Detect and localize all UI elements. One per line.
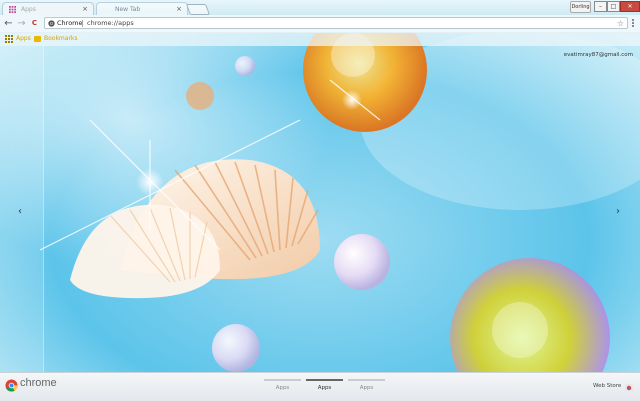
forward-button[interactable]: → (16, 18, 27, 29)
back-button[interactable]: ← (3, 18, 14, 29)
page-tab-label: Apps (317, 385, 332, 391)
page-tab[interactable]: Apps (264, 379, 301, 391)
close-window-button[interactable]: ✕ (620, 1, 640, 12)
chrome-icon (48, 20, 55, 27)
tab-apps[interactable]: Apps × (2, 2, 94, 15)
page-tab-label: Apps (359, 385, 374, 391)
omnibox-chip-label: Chrome (57, 19, 83, 27)
chrome-logo-icon (5, 379, 18, 392)
page-tab-bar (306, 379, 343, 381)
menu-icon[interactable] (630, 18, 636, 29)
bookmarks-bar: Apps Bookmarks (0, 32, 640, 46)
star-icon[interactable]: ☆ (617, 18, 624, 29)
url-text[interactable]: chrome://apps (87, 18, 134, 29)
ntp-footer: chrome Apps Apps Apps Web Store (0, 372, 640, 401)
previous-page-arrow[interactable]: ‹ (18, 206, 22, 218)
minimize-button[interactable]: – (594, 1, 607, 12)
seashell-wallpaper (0, 0, 640, 400)
tab-label: Apps (21, 6, 36, 13)
user-email[interactable]: evatimray87@gmail.com (564, 52, 633, 58)
page-tab-active[interactable]: Apps (306, 379, 343, 391)
tab-strip: Apps × New Tab × Dorling – □ ✕ (0, 0, 640, 15)
omnibox[interactable]: Chrome chrome://apps ☆ (44, 17, 628, 29)
reload-button[interactable]: C (29, 18, 40, 29)
profile-button[interactable]: Dorling (570, 1, 591, 13)
bookmark-folder[interactable]: Bookmarks (44, 32, 78, 46)
left-panel (0, 46, 44, 373)
tab-new-tab[interactable]: New Tab × (96, 2, 188, 15)
apps-favicon-icon (9, 6, 16, 13)
omnibox-divider (82, 20, 83, 27)
page-tab-bar (348, 379, 385, 381)
webstore-icon[interactable] (625, 383, 633, 391)
page-tab-bar (264, 379, 301, 381)
next-page-arrow[interactable]: › (616, 206, 620, 218)
new-tab-favicon-icon (103, 6, 110, 13)
page-tab[interactable]: Apps (348, 379, 385, 391)
page-tab-label: Apps (275, 385, 290, 391)
ntp-background (0, 0, 640, 400)
apps-grid-icon (5, 35, 13, 43)
bookmark-apps[interactable]: Apps (16, 32, 31, 46)
webstore-link[interactable]: Web Store (593, 383, 621, 389)
tab-label: New Tab (115, 6, 141, 13)
chrome-brand: chrome (20, 377, 57, 389)
toolbar: ← → C Chrome chrome://apps ☆ (0, 15, 640, 33)
new-tab-button[interactable] (185, 4, 211, 15)
folder-icon (34, 36, 41, 42)
maximize-button[interactable]: □ (607, 1, 620, 12)
